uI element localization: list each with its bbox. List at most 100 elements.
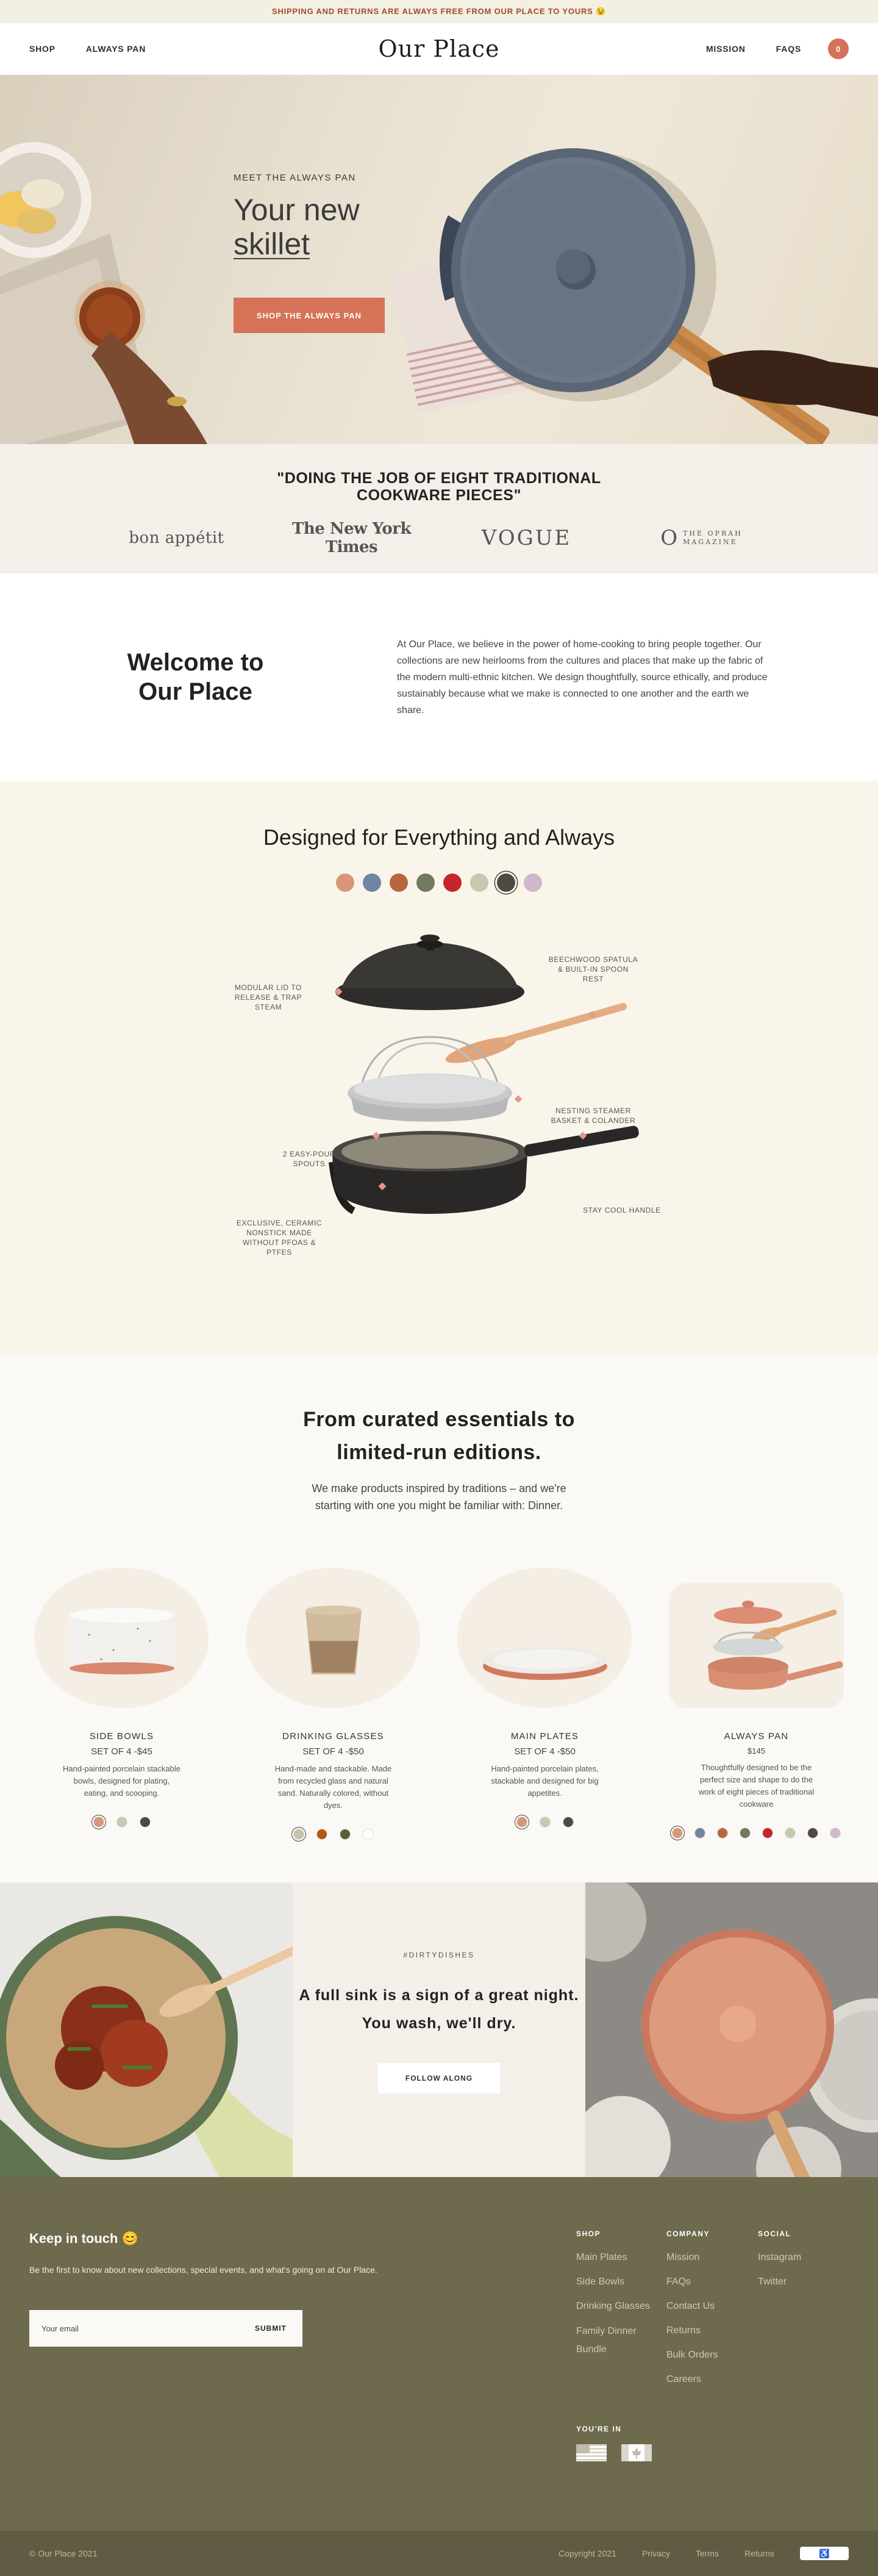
product-swatch[interactable] (116, 1817, 127, 1828)
nav-link-shop[interactable]: SHOP (29, 44, 55, 54)
returns-link[interactable]: Returns (744, 2549, 774, 2558)
product-card-always-pan[interactable]: ALWAYS PAN $145 Thoughtfully designed to… (669, 1568, 844, 1840)
newsletter-blurb: Be the first to know about new collectio… (29, 2265, 377, 2275)
footer: Keep in touch 😊 Be the first to know abo… (0, 2177, 878, 2531)
color-swatch[interactable] (336, 874, 354, 892)
footer-link[interactable]: Mission (666, 2251, 718, 2264)
product-swatch[interactable] (516, 1817, 527, 1828)
curated-subtitle-line1: We make products inspired by traditions … (312, 1482, 566, 1494)
product-price: SET OF 4 -$50 (514, 1746, 576, 1757)
accessibility-icon[interactable]: ♿ (800, 2547, 849, 2560)
color-swatch[interactable] (390, 874, 408, 892)
callout-spatula: BEECHWOOD SPATULA & BUILT-IN SPOON REST (548, 955, 638, 983)
product-swatch[interactable] (672, 1828, 683, 1839)
color-swatch[interactable] (443, 874, 462, 892)
footer-col-social: SOCIAL Instagram Twitter (758, 2230, 801, 2300)
canada-flag-icon[interactable] (621, 2444, 652, 2461)
product-card-drinking-glasses[interactable]: DRINKING GLASSES SET OF 4 -$50 Hand-made… (246, 1568, 421, 1840)
color-swatch[interactable] (470, 874, 488, 892)
privacy-link[interactable]: Privacy (642, 2549, 670, 2558)
product-name[interactable]: MAIN PLATES (457, 1731, 632, 1742)
oprah-magazine-logo: O THE OPRAH MAGAZINE (614, 526, 789, 550)
callout-lid: MODULAR LID TO RELEASE & TRAP STEAM (234, 983, 302, 1011)
product-name[interactable]: SIDE BOWLS (34, 1731, 209, 1742)
dishes-line2: You wash, we'll dry. (362, 2015, 516, 2032)
side-bowls-image[interactable] (34, 1568, 209, 1708)
product-card-side-bowls[interactable]: SIDE BOWLS SET OF 4 -$45 Hand-painted po… (34, 1568, 209, 1840)
footer-link[interactable]: Returns (666, 2325, 718, 2337)
exploded-pan-illustration (329, 935, 639, 1214)
product-swatch[interactable] (807, 1828, 818, 1839)
product-swatch[interactable] (539, 1817, 551, 1828)
product-swatch[interactable] (339, 1829, 351, 1840)
product-swatch[interactable] (562, 1817, 574, 1828)
product-swatch[interactable] (362, 1829, 374, 1840)
product-swatch[interactable] (830, 1828, 841, 1839)
product-name[interactable]: DRINKING GLASSES (246, 1731, 421, 1742)
oprah-line2: MAGAZINE (683, 538, 738, 546)
callout-handle: STAY COOL HANDLE (583, 1206, 661, 1214)
follow-along-button[interactable]: FOLLOW ALONG (378, 2063, 500, 2093)
product-swatch[interactable] (762, 1828, 773, 1839)
hero-title-line2: skillet (234, 227, 310, 261)
always-pan-image[interactable] (669, 1568, 844, 1708)
designed-section: Designed for Everything and Always MODUL… (0, 781, 878, 1354)
footer-link[interactable]: Main Plates (576, 2251, 650, 2264)
color-swatch[interactable] (497, 874, 515, 892)
dishes-image-left (0, 1882, 293, 2177)
footer-col-company: COMPANY Mission FAQs Contact Us Returns … (666, 2230, 718, 2398)
hero-title-line1: Your new (234, 193, 360, 227)
main-nav: SHOP ALWAYS PAN Our Place MISSION FAQS 0 (0, 23, 878, 75)
footer-link[interactable]: Contact Us (666, 2300, 718, 2312)
us-flag-icon[interactable] (576, 2444, 607, 2461)
color-swatch[interactable] (416, 874, 435, 892)
product-name[interactable]: ALWAYS PAN (669, 1731, 844, 1742)
footer-link[interactable]: Careers (666, 2373, 718, 2386)
copyright-link: Copyright 2021 (558, 2549, 616, 2558)
color-swatch[interactable] (363, 874, 381, 892)
submit-button[interactable]: SUBMIT (255, 2324, 287, 2333)
nav-right: MISSION FAQS 0 (706, 38, 849, 59)
footer-link[interactable]: Drinking Glasses (576, 2300, 650, 2312)
dirty-dishes-tag: #DIRTYDISHES (403, 1951, 475, 1959)
welcome-title: Welcome to Our Place (127, 649, 264, 705)
main-plates-image[interactable] (457, 1568, 632, 1708)
product-swatch[interactable] (717, 1828, 728, 1839)
sub-footer: © Our Place 2021 Copyright 2021 Privacy … (0, 2531, 878, 2576)
product-swatch[interactable] (694, 1828, 705, 1839)
hero-image (0, 142, 878, 444)
footer-link[interactable]: Instagram (758, 2251, 801, 2264)
terms-link[interactable]: Terms (696, 2549, 719, 2558)
product-card-main-plates[interactable]: MAIN PLATES SET OF 4 -$50 Hand-painted p… (457, 1568, 632, 1840)
press-quote: "DOING THE JOB OF EIGHT TRADITIONAL COOK… (277, 470, 601, 504)
product-swatch[interactable] (139, 1817, 151, 1828)
product-swatch[interactable] (316, 1829, 327, 1840)
nav-link-mission[interactable]: MISSION (706, 44, 746, 54)
email-input[interactable]: Your email (41, 2324, 79, 2333)
press-section: "DOING THE JOB OF EIGHT TRADITIONAL COOK… (0, 444, 878, 573)
product-swatches (246, 1829, 421, 1840)
product-swatch[interactable] (740, 1828, 751, 1839)
product-swatch[interactable] (293, 1829, 304, 1840)
product-swatch[interactable] (93, 1817, 104, 1828)
product-swatch[interactable] (785, 1828, 796, 1839)
footer-link[interactable]: Bulk Orders (666, 2349, 718, 2361)
footer-link[interactable]: FAQs (666, 2276, 718, 2288)
logo[interactable]: Our Place (378, 35, 499, 62)
footer-link[interactable]: Family Dinner Bundle (576, 2322, 643, 2359)
dishes-headline: A full sink is a sign of a great night. … (293, 1981, 585, 2037)
curated-section: From curated essentials to limited-run e… (0, 1354, 878, 1882)
oprah-o: O (660, 526, 680, 550)
designed-title: Designed for Everything and Always (263, 825, 615, 850)
curated-title-line2: limited-run editions. (337, 1441, 541, 1464)
copyright-left: © Our Place 2021 (29, 2549, 98, 2558)
shop-always-pan-button[interactable]: SHOP THE ALWAYS PAN (234, 298, 385, 333)
nav-link-always-pan[interactable]: ALWAYS PAN (86, 44, 146, 54)
nav-link-faqs[interactable]: FAQS (776, 44, 801, 54)
footer-link[interactable]: Twitter (758, 2276, 801, 2288)
footer-link[interactable]: Side Bowls (576, 2276, 650, 2288)
drinking-glasses-image[interactable] (246, 1568, 421, 1708)
color-swatch[interactable] (524, 874, 542, 892)
cart-button[interactable]: 0 (828, 38, 849, 59)
product-grid: SIDE BOWLS SET OF 4 -$45 Hand-painted po… (0, 1568, 878, 1840)
